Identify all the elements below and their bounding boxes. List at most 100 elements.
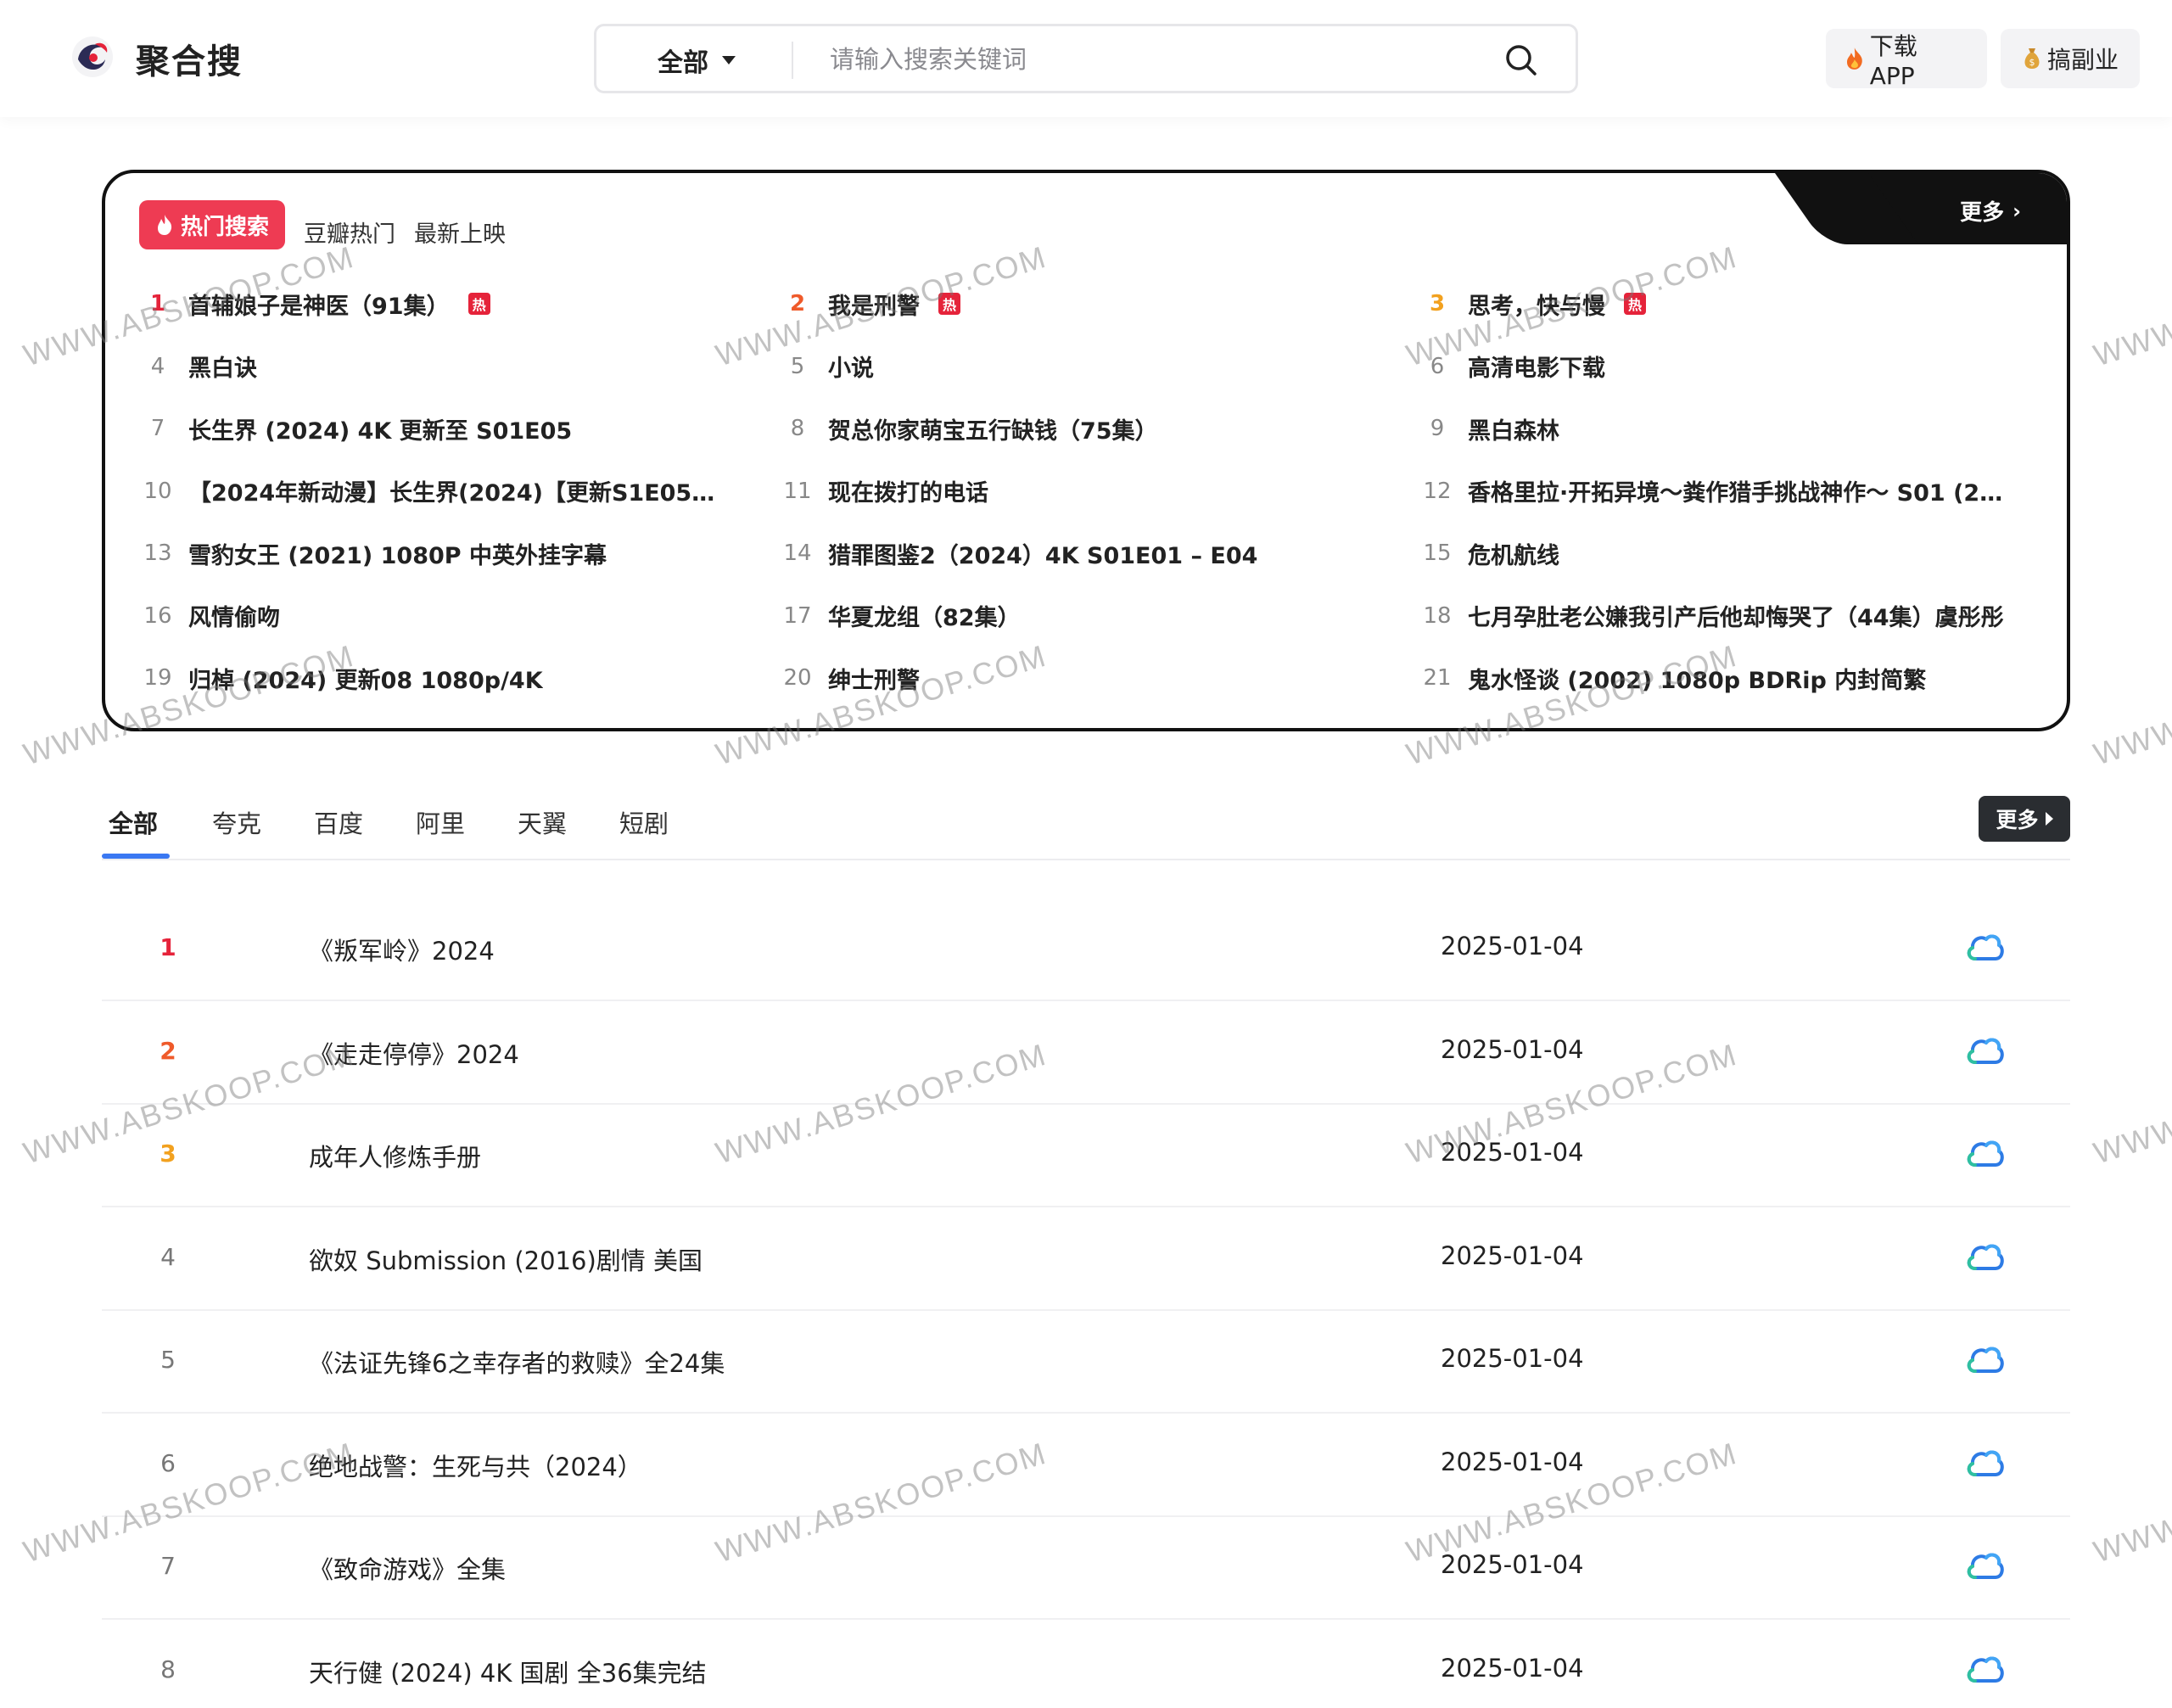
hot-search-item[interactable]: 14 猎罪图鉴2（2024）4K S01E01 – E04: [770, 528, 1381, 579]
tab-tianyi[interactable]: 天翼: [518, 804, 567, 840]
hot-search-item[interactable]: 8 贺总你家萌宝五行缺钱（75集）: [770, 403, 1381, 454]
download-app-button[interactable]: 下载 APP: [1826, 29, 1987, 90]
hot-rank-number: 8: [790, 416, 805, 441]
hot-search-item[interactable]: 10 【2024年新动漫】长生界(2024)【更新S1E05集】4K: [131, 466, 742, 517]
hot-item-title: 猎罪图鉴2（2024）4K S01E01 – E04: [828, 542, 1258, 569]
table-row[interactable]: 7 《致命游戏》全集 2025-01-04: [102, 1516, 2070, 1620]
row-title[interactable]: 《走走停停》2024: [309, 1035, 519, 1071]
hot-search-card: 更多 › 热门搜索 豆瓣热门 最新上映 1 首辅娘子是神医（91集）热 2 我是刑警热…: [102, 170, 2070, 731]
hot-search-item[interactable]: 20 绅士刑警: [770, 652, 1381, 703]
hot-tag-icon: 热: [938, 293, 960, 315]
hot-search-item[interactable]: 18 七月孕肚老公嫌我引产后他却悔哭了（44集）虞彤彤: [1410, 591, 2021, 641]
fire-icon: [1846, 48, 1862, 70]
search-scope-dropdown[interactable]: 全部: [658, 42, 736, 79]
top-header: 聚合搜 全部 下载 APP $ 搞副业: [0, 0, 2172, 117]
hot-rank-number: 7: [150, 416, 165, 441]
cloud-icon[interactable]: [1965, 1136, 2004, 1170]
row-rank-number: 6: [160, 1448, 176, 1477]
hot-search-item[interactable]: 6 高清电影下载: [1410, 341, 2021, 392]
hot-item-title: 首辅娘子是神医（91集）: [188, 293, 450, 320]
hot-search-item[interactable]: 12 香格里拉·开拓异境～粪作猎手挑战神作～ S01 (2024): [1410, 466, 2021, 517]
hot-rank-number: 15: [1423, 540, 1452, 566]
hot-search-item[interactable]: 15 危机航线: [1410, 528, 2021, 579]
table-row[interactable]: 8 天行健 (2024) 4K 国剧 全36集完结 2025-01-04: [102, 1620, 2070, 1708]
cloud-icon[interactable]: [1965, 1446, 2004, 1480]
hot-rank-number: 21: [1423, 665, 1452, 691]
search-scope-label: 全部: [658, 48, 708, 78]
table-row[interactable]: 5 《法证先锋6之幸存者的救赎》全24集 2025-01-04: [102, 1310, 2070, 1414]
hot-search-item[interactable]: 16 风情偷吻: [131, 591, 742, 641]
hot-search-item[interactable]: 11 现在拨打的电话: [770, 466, 1381, 517]
tab-short-drama[interactable]: 短剧: [619, 804, 669, 840]
hot-rank-number: 18: [1423, 602, 1452, 629]
row-title[interactable]: 成年人修炼手册: [309, 1138, 481, 1173]
table-row[interactable]: 4 欲奴 Submission (2016)剧情 美国 2025-01-04: [102, 1207, 2070, 1311]
row-title[interactable]: 《叛军岭》2024: [309, 932, 495, 967]
hot-search-item[interactable]: 17 华夏龙组（82集）: [770, 591, 1381, 641]
hot-search-item[interactable]: 1 首辅娘子是神医（91集） 热: [131, 278, 742, 329]
hot-item-title: 雪豹女王 (2021) 1080P 中英外挂字幕: [188, 542, 607, 569]
table-row[interactable]: 1 《叛军岭》2024 2025-01-04: [102, 898, 2070, 1001]
hot-rank-number: 14: [783, 540, 812, 566]
download-app-label: 下载 APP: [1869, 31, 1917, 90]
side-hustle-button[interactable]: $ 搞副业: [2001, 29, 2140, 88]
tab-baidu[interactable]: 百度: [314, 804, 363, 840]
row-title[interactable]: 绝地战警：生死与共（2024）: [309, 1448, 642, 1483]
row-title[interactable]: 《致命游戏》全集: [309, 1550, 506, 1586]
watermark-text: WWW.ABSKOOP.COM: [2089, 637, 2172, 772]
flame-icon: [157, 215, 172, 235]
row-title[interactable]: 天行健 (2024) 4K 国剧 全36集完结: [309, 1654, 707, 1689]
row-date: 2025-01-04: [1441, 1138, 1584, 1167]
caret-down-icon: [722, 56, 736, 64]
search-divider: [792, 42, 793, 79]
cloud-icon[interactable]: [1965, 1548, 2004, 1582]
hot-more-link[interactable]: 更多 ›: [1960, 195, 2021, 227]
hot-rank-number: 17: [783, 602, 812, 629]
cloud-icon[interactable]: [1965, 930, 2004, 964]
hot-more-label: 更多: [1960, 200, 2005, 226]
tab-all[interactable]: 全部: [109, 804, 158, 840]
svg-text:$: $: [2029, 57, 2035, 68]
tab-quark[interactable]: 夸克: [212, 804, 261, 840]
cloud-icon[interactable]: [1965, 1240, 2004, 1274]
table-row[interactable]: 2 《走走停停》2024 2025-01-04: [102, 1001, 2070, 1105]
table-row[interactable]: 6 绝地战警：生死与共（2024） 2025-01-04: [102, 1414, 2070, 1517]
cloud-icon[interactable]: [1965, 1033, 2004, 1067]
hot-item-title: 我是刑警: [828, 293, 920, 320]
side-hustle-label: 搞副业: [2046, 46, 2119, 74]
cloud-icon[interactable]: [1965, 1342, 2004, 1376]
search-input[interactable]: [830, 38, 1475, 81]
category-more-button[interactable]: 更多: [1979, 796, 2070, 842]
hot-search-item[interactable]: 7 长生界 (2024) 4K 更新至 S01E05: [131, 403, 742, 454]
hot-search-item[interactable]: 3 思考，快与慢热: [1410, 278, 2021, 329]
play-arrow-icon: [2045, 812, 2053, 826]
brand-name[interactable]: 聚合搜: [136, 34, 243, 83]
logo-icon[interactable]: [70, 34, 115, 80]
table-row[interactable]: 3 成年人修炼手册 2025-01-04: [102, 1104, 2070, 1207]
tab-douban-hot[interactable]: 豆瓣热门: [304, 216, 395, 249]
row-date: 2025-01-04: [1441, 1240, 1584, 1270]
hot-search-item[interactable]: 9 黑白森林: [1410, 403, 2021, 454]
hot-item-title: 长生界 (2024) 4K 更新至 S01E05: [188, 417, 573, 445]
hot-search-item[interactable]: 13 雪豹女王 (2021) 1080P 中英外挂字幕: [131, 528, 742, 579]
hot-search-item[interactable]: 19 归棹 (2024) 更新08 1080p/4K: [131, 652, 742, 703]
cloud-icon[interactable]: [1965, 1652, 2004, 1686]
row-date: 2025-01-04: [1441, 1653, 1584, 1683]
hot-rank-number: 19: [143, 665, 172, 691]
hot-rank-number: 3: [1429, 291, 1446, 316]
row-title[interactable]: 《法证先锋6之幸存者的救赎》全24集: [309, 1344, 725, 1380]
hot-search-item[interactable]: 5 小说: [770, 341, 1381, 392]
hot-rank-number: 1: [149, 291, 166, 316]
hot-item-title: 绅士刑警: [828, 667, 920, 694]
search-icon[interactable]: [1504, 43, 1538, 77]
hot-rank-number: 10: [143, 478, 172, 504]
hot-item-title: 华夏龙组（82集）: [828, 605, 1021, 631]
hot-search-item[interactable]: 2 我是刑警热: [770, 278, 1381, 329]
hot-search-item[interactable]: 4 黑白诀: [131, 341, 742, 392]
hot-search-item[interactable]: 21 鬼水怪谈 (2002) 1080p BDRip 内封简繁: [1410, 652, 2021, 703]
tab-aliyun[interactable]: 阿里: [416, 804, 465, 840]
hot-item-title: 思考，快与慢: [1468, 293, 1605, 320]
hot-item-title: 【2024年新动漫】长生界(2024)【更新S1E05集】4K: [188, 480, 728, 507]
row-title[interactable]: 欲奴 Submission (2016)剧情 美国: [309, 1241, 703, 1277]
tab-latest-release[interactable]: 最新上映: [414, 216, 506, 249]
